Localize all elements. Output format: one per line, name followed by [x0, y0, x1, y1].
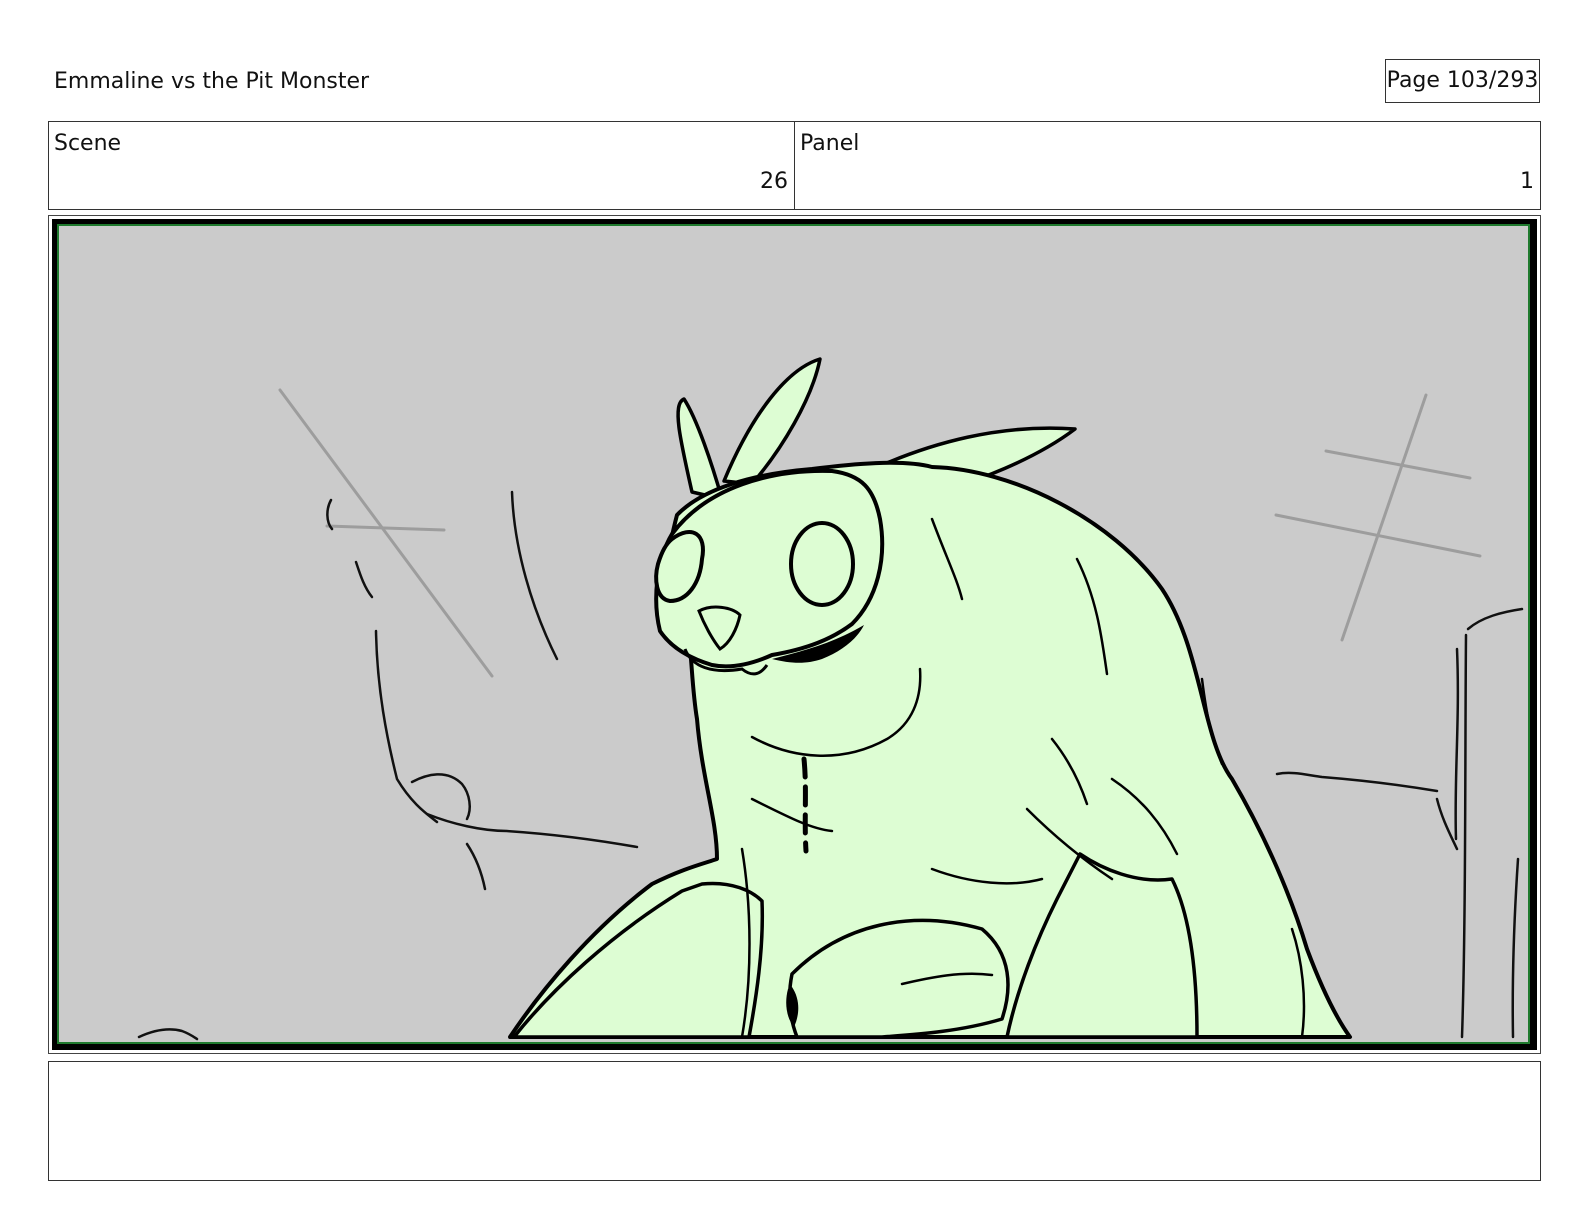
monster-right-eye [789, 521, 855, 607]
scene-number: 26 [760, 169, 788, 194]
panel-label: Panel [800, 131, 860, 156]
panel-cell: Panel 1 [794, 122, 1540, 209]
storyboard-drawing [52, 219, 1537, 1050]
panel-number: 1 [1520, 169, 1534, 194]
project-title: Emmaline vs the Pit Monster [54, 69, 370, 94]
notes-box [48, 1061, 1541, 1181]
scene-label: Scene [54, 131, 122, 156]
scene-cell: Scene 26 [49, 122, 794, 209]
page-number: Page 103/293 [1386, 68, 1539, 93]
storyboard-frame [48, 215, 1541, 1054]
scene-panel-info: Scene 26 Panel 1 [48, 121, 1541, 210]
panel-sketch [52, 219, 1537, 1050]
page-number-box: Page 103/293 [1385, 59, 1540, 103]
